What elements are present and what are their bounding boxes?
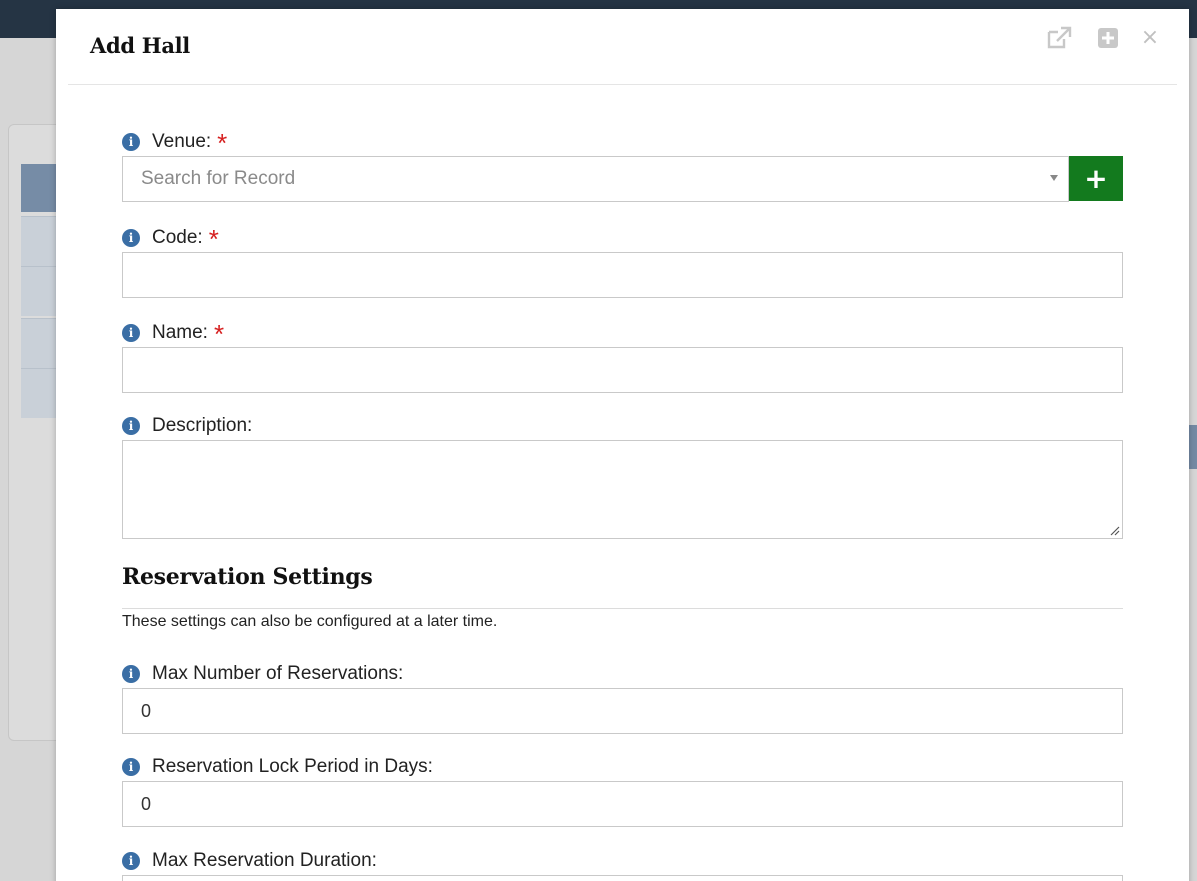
background-sidebar-item	[21, 266, 61, 316]
venue-select-placeholder: Search for Record	[141, 168, 296, 189]
info-icon[interactable]: i	[122, 133, 140, 151]
description-textarea[interactable]	[122, 440, 1123, 539]
info-icon[interactable]: i	[122, 665, 140, 683]
name-label-row: i Name: *	[122, 319, 225, 349]
background-sidebar-item	[21, 368, 61, 418]
plus-square-icon[interactable]	[1095, 25, 1121, 51]
name-label: Name:	[152, 322, 208, 343]
background-sidebar-item	[21, 216, 61, 266]
info-icon[interactable]: i	[122, 229, 140, 247]
venue-label-row: i Venue: *	[122, 128, 228, 158]
code-label: Code:	[152, 227, 203, 248]
add-hall-modal: Add Hall × i Venue: * Search for Record …	[56, 9, 1189, 881]
reservation-settings-note: These settings can also be configured at…	[122, 613, 498, 630]
info-icon[interactable]: i	[122, 758, 140, 776]
lock-period-label: Reservation Lock Period in Days:	[152, 756, 433, 777]
info-icon[interactable]: i	[122, 417, 140, 435]
max-duration-input[interactable]	[122, 875, 1123, 881]
lock-period-input[interactable]: 0	[122, 781, 1123, 827]
section-divider	[122, 608, 1123, 609]
add-venue-button[interactable]: +	[1069, 156, 1123, 201]
venue-select[interactable]: Search for Record	[122, 156, 1069, 202]
name-input[interactable]	[122, 347, 1123, 393]
modal-title: Add Hall	[90, 33, 190, 58]
info-icon[interactable]: i	[122, 852, 140, 870]
resize-handle-icon[interactable]	[1108, 524, 1120, 536]
background-grid-icon	[21, 164, 61, 212]
max-reservations-input[interactable]: 0	[122, 688, 1123, 734]
description-label: Description:	[152, 415, 253, 436]
modal-header: Add Hall ×	[68, 9, 1177, 85]
reservation-settings-title: Reservation Settings	[122, 564, 373, 590]
max-duration-label-row: i Max Reservation Duration:	[122, 849, 377, 873]
code-input[interactable]	[122, 252, 1123, 298]
description-label-row: i Description:	[122, 414, 252, 438]
required-asterisk: *	[208, 224, 219, 254]
required-asterisk: *	[217, 128, 228, 158]
external-link-icon[interactable]	[1046, 25, 1072, 51]
close-icon[interactable]: ×	[1137, 25, 1163, 51]
code-label-row: i Code: *	[122, 224, 219, 254]
chevron-down-icon[interactable]	[1050, 175, 1058, 181]
required-asterisk: *	[213, 319, 225, 349]
max-duration-label: Max Reservation Duration:	[152, 850, 377, 871]
background-sidebar-item	[21, 318, 61, 368]
info-icon[interactable]: i	[122, 324, 140, 342]
background-right-tab	[1189, 425, 1197, 469]
lock-period-label-row: i Reservation Lock Period in Days:	[122, 755, 433, 779]
max-reservations-label: Max Number of Reservations:	[152, 663, 404, 684]
max-reservations-label-row: i Max Number of Reservations:	[122, 662, 403, 686]
venue-label: Venue:	[152, 131, 212, 152]
